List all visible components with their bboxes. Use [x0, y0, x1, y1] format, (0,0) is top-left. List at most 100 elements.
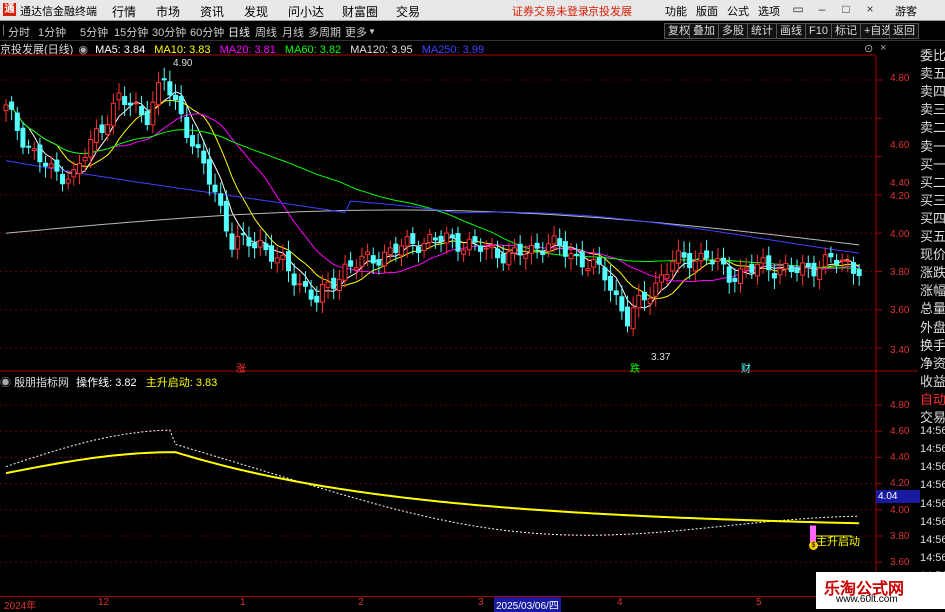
- candle-body: [619, 296, 625, 312]
- quote-panel-item: 涨幅: [920, 283, 945, 299]
- candle-body: [851, 262, 856, 274]
- candle-body: [319, 283, 325, 303]
- candle-body: [325, 281, 331, 288]
- main-rise-value: 主升启动: 3.83: [145, 377, 218, 389]
- candle-body: [545, 243, 551, 252]
- candle-body: [308, 289, 314, 300]
- kline-chart[interactable]: [0, 0, 945, 609]
- candle-body: [834, 259, 840, 266]
- candle-body: [427, 234, 433, 244]
- price-tick: 4.00: [890, 229, 910, 240]
- quote-panel-item[interactable]: 交易: [920, 407, 945, 426]
- candle-body: [749, 263, 755, 273]
- candle-body: [495, 248, 501, 259]
- price-tick: 3.60: [890, 305, 910, 316]
- candle-body: [31, 148, 37, 152]
- time-tick: 3: [478, 597, 484, 608]
- chart-grid: [0, 79, 882, 563]
- time-tick: 5: [756, 597, 762, 608]
- candle-body: [88, 138, 94, 158]
- candle-body: [788, 265, 794, 273]
- cai-marker: 财: [741, 364, 751, 375]
- price-tick: 4.80: [890, 73, 910, 84]
- candle-body: [105, 124, 111, 135]
- candle-body: [698, 252, 704, 262]
- candle-body: [370, 255, 376, 264]
- candle-body: [348, 260, 354, 267]
- sub-tick: 3.60: [890, 557, 910, 568]
- candle-body: [314, 295, 320, 303]
- time-axis: 2024年 12 1 2 3 2025/03/06/四 4 5: [0, 596, 905, 612]
- quote-panel-item: 卖二: [920, 120, 945, 136]
- sub-dropdown-icon[interactable]: ◉: [0, 377, 11, 389]
- candle-body: [48, 163, 54, 169]
- candle-body: [9, 101, 15, 110]
- candle-body: [602, 267, 608, 281]
- candle-body: [240, 233, 246, 236]
- price-tick: 3.40: [890, 345, 910, 356]
- watermark: 乐淘公式网 www.60lt.com: [816, 572, 945, 609]
- candle-body: [444, 232, 450, 244]
- candle-body: [839, 259, 845, 262]
- candle-body: [280, 254, 286, 260]
- candle-body: [93, 128, 99, 143]
- candle-body: [223, 201, 229, 232]
- quote-panel-item: 买一: [920, 156, 945, 172]
- sub-chart-header: ◉ 殷朋指标网 操作线: 3.82 主升启动: 3.83: [0, 374, 218, 389]
- candle-body: [139, 106, 145, 116]
- candle-body: [732, 277, 738, 282]
- candle-body: [472, 236, 478, 243]
- candle-body: [76, 162, 82, 175]
- candle-body: [721, 257, 727, 265]
- quote-panel-item: 14:56: [920, 443, 945, 456]
- quote-panel-item: 现价: [920, 247, 945, 263]
- candle-body: [483, 247, 489, 250]
- quote-panel-item[interactable]: 自动: [920, 389, 945, 408]
- die-marker: 跌: [630, 364, 640, 375]
- candle-body: [99, 124, 105, 133]
- candle-body: [438, 235, 444, 243]
- money-bag-icon: $: [809, 541, 818, 550]
- candle-body: [404, 236, 410, 247]
- candle-body: [687, 253, 693, 269]
- candlesticks: [3, 67, 862, 337]
- candle-body: [156, 82, 162, 106]
- candle-body: [65, 178, 71, 184]
- candle-body: [817, 267, 823, 281]
- candle-body: [127, 102, 133, 106]
- candle-body: [252, 242, 258, 249]
- candle-body: [382, 251, 388, 267]
- candle-body: [449, 234, 455, 238]
- quote-panel-item: 14:56: [920, 479, 945, 492]
- candle-body: [743, 267, 749, 271]
- quote-panel-item: 买二: [920, 174, 945, 190]
- operation-line-value: 操作线: 3.82: [76, 377, 137, 389]
- time-tick: 2024年: [4, 601, 37, 612]
- candle-body: [302, 281, 308, 287]
- candle-body: [636, 294, 642, 309]
- candle-body: [822, 254, 828, 267]
- time-tick: 2: [358, 597, 364, 608]
- candle-body: [184, 116, 190, 138]
- candle-body: [783, 262, 789, 270]
- ma20-line: [5, 104, 860, 283]
- candle-body: [161, 78, 167, 81]
- candle-body: [274, 257, 280, 264]
- candle-body: [681, 252, 687, 258]
- candle-body: [14, 112, 20, 131]
- quote-panel-item: 卖一: [920, 138, 945, 154]
- quote-panel-item: 卖三: [920, 102, 945, 118]
- candle-body: [534, 242, 540, 249]
- time-tick: 12: [98, 597, 110, 608]
- candle-body: [235, 235, 241, 250]
- candle-body: [800, 262, 806, 276]
- candle-body: [54, 159, 60, 172]
- candle-body: [432, 237, 438, 241]
- candle-body: [359, 255, 365, 267]
- sub-tick: 4.40: [890, 452, 910, 463]
- quote-panel-item: 委比: [920, 48, 945, 63]
- candle-body: [71, 169, 77, 178]
- candle-body: [3, 104, 9, 112]
- candle-body: [828, 252, 834, 258]
- candle-body: [399, 245, 404, 256]
